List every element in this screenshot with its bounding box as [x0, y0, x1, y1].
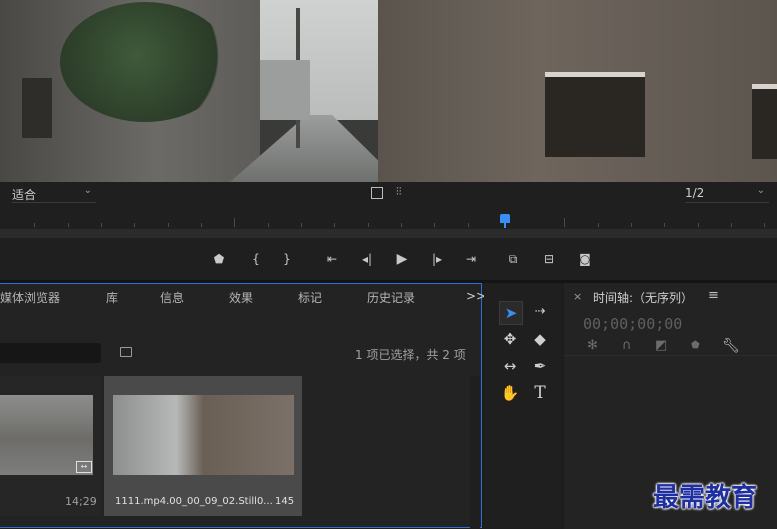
- linked-selection-icon[interactable]: ∩: [622, 338, 632, 353]
- tab-media-browser[interactable]: 媒体浏览器: [0, 289, 60, 306]
- tab-markers[interactable]: 标记: [298, 289, 322, 306]
- play-icon[interactable]: ▶: [394, 251, 410, 267]
- playhead-line: [504, 222, 506, 228]
- export-frame-camera-icon[interactable]: ◙: [577, 251, 593, 267]
- close-icon[interactable]: ×: [573, 290, 582, 303]
- video-clip-icon: ↔: [76, 461, 92, 473]
- tab-effects[interactable]: 效果: [229, 289, 253, 306]
- chevron-down-icon: ⌄: [83, 185, 92, 196]
- program-monitor-video[interactable]: [0, 0, 777, 182]
- media-thumbnail: [113, 395, 294, 475]
- step-forward-icon[interactable]: |▸: [429, 251, 445, 267]
- tab-libraries[interactable]: 库: [106, 289, 118, 306]
- video-far-building: [260, 60, 310, 120]
- video-window: [752, 84, 777, 159]
- fit-dropdown[interactable]: 适合 ⌄: [12, 185, 96, 203]
- audio-waveform-icon[interactable]: ⫶⫶: [396, 185, 402, 199]
- media-duration: 14;29: [65, 495, 97, 508]
- mark-in-icon[interactable]: {: [248, 251, 264, 267]
- project-scrollbar[interactable]: [470, 376, 480, 528]
- settings-icon[interactable]: [371, 187, 383, 199]
- timeline-title: 时间轴:（无序列）: [593, 291, 694, 305]
- media-name: 1111.mp4.00_00_09_02.Still0...: [115, 496, 273, 507]
- panel-menu-icon[interactable]: ≡: [708, 288, 719, 303]
- hand-tool-icon[interactable]: ✋: [499, 382, 521, 404]
- overwrite-icon[interactable]: ⊟: [541, 251, 557, 267]
- wrench-icon[interactable]: 🔧︎: [722, 338, 740, 354]
- timecode-display[interactable]: 00;00;00;00: [583, 315, 682, 333]
- step-back-icon[interactable]: ◂|: [359, 251, 375, 267]
- resolution-dropdown[interactable]: 1/2 ⌄: [685, 185, 769, 203]
- video-window: [22, 78, 52, 138]
- tab-history[interactable]: 历史记录: [367, 289, 415, 306]
- video-tree: [60, 2, 230, 122]
- watermark-logo: 最需教育: [653, 483, 758, 513]
- marker-icon[interactable]: ⬟: [691, 340, 700, 351]
- selection-tool-icon[interactable]: ➤: [499, 301, 523, 325]
- insert-icon[interactable]: ⧉: [505, 251, 521, 267]
- ripple-edit-tool-icon[interactable]: ✥: [499, 328, 521, 350]
- search-input[interactable]: [0, 343, 101, 363]
- selection-status: 1 项已选择，共 2 项: [355, 348, 466, 362]
- mark-out-icon[interactable]: }: [279, 251, 295, 267]
- media-duration: 145: [275, 496, 295, 507]
- add-marker-icon[interactable]: ⬟: [211, 251, 227, 267]
- razor-tool-icon[interactable]: ◆: [529, 328, 551, 350]
- new-search-bin-icon[interactable]: [120, 347, 132, 357]
- snap-icon[interactable]: ✻: [587, 338, 598, 353]
- tab-info[interactable]: 信息: [160, 289, 184, 306]
- time-ruler[interactable]: [0, 212, 777, 228]
- fit-dropdown-value: 适合: [12, 188, 37, 202]
- chevron-down-icon: ⌄: [756, 185, 765, 196]
- video-window: [545, 72, 645, 157]
- resolution-dropdown-value: 1/2: [685, 186, 705, 200]
- zoom-scrollbar[interactable]: [0, 229, 777, 238]
- go-to-in-icon[interactable]: ⇤: [324, 251, 340, 267]
- go-to-out-icon[interactable]: ⇥: [463, 251, 479, 267]
- type-tool-icon[interactable]: T: [529, 382, 551, 404]
- slip-tool-icon[interactable]: ↔: [499, 355, 521, 377]
- add-marker-icon[interactable]: ◩: [655, 338, 667, 353]
- pen-tool-icon[interactable]: ✒: [529, 355, 551, 377]
- track-select-tool-icon[interactable]: ⇢: [529, 301, 551, 323]
